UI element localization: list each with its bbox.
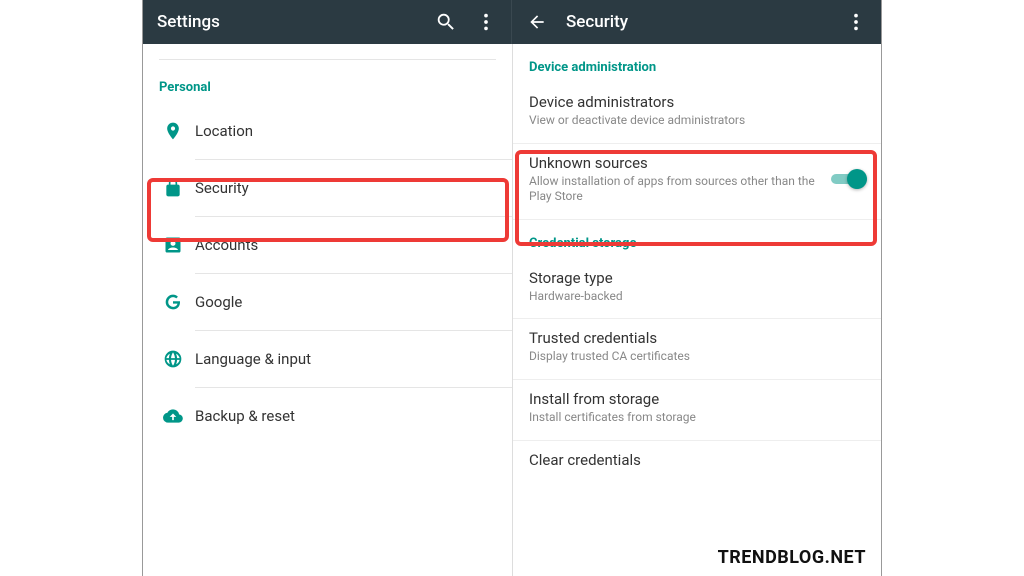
globe-icon bbox=[151, 349, 195, 369]
sidebar-item-backup[interactable]: Backup & reset bbox=[143, 388, 512, 444]
item-clear-credentials[interactable]: Clear credentials bbox=[513, 441, 881, 481]
settings-list: Personal Location Security Accounts Goog… bbox=[143, 44, 512, 576]
content-row: Personal Location Security Accounts Goog… bbox=[143, 44, 881, 576]
appbar-row: Settings Security bbox=[143, 0, 881, 44]
sidebar-item-accounts[interactable]: Accounts bbox=[143, 217, 512, 273]
sidebar-item-label: Language & input bbox=[195, 350, 311, 368]
search-icon[interactable] bbox=[435, 11, 457, 33]
security-detail: Device administration Device administrat… bbox=[512, 44, 881, 576]
backup-icon bbox=[151, 406, 195, 426]
divider bbox=[159, 44, 496, 60]
item-trusted-credentials[interactable]: Trusted credentials Display trusted CA c… bbox=[513, 319, 881, 375]
item-subtitle: View or deactivate device administrators bbox=[529, 113, 865, 129]
back-icon[interactable] bbox=[526, 11, 548, 33]
lock-icon bbox=[151, 178, 195, 198]
appbar-security: Security bbox=[512, 0, 881, 44]
item-title: Unknown sources bbox=[529, 154, 821, 172]
section-personal: Personal bbox=[143, 64, 512, 103]
item-title: Storage type bbox=[529, 269, 865, 287]
more-icon[interactable] bbox=[845, 11, 867, 33]
item-install-from-storage[interactable]: Install from storage Install certificate… bbox=[513, 380, 881, 436]
item-title: Trusted credentials bbox=[529, 329, 865, 347]
item-subtitle: Install certificates from storage bbox=[529, 410, 865, 426]
sidebar-item-security[interactable]: Security bbox=[143, 160, 512, 216]
google-icon bbox=[151, 292, 195, 312]
item-storage-type[interactable]: Storage type Hardware-backed bbox=[513, 259, 881, 315]
section-credential-storage: Credential storage bbox=[513, 220, 881, 259]
account-icon bbox=[151, 235, 195, 255]
item-subtitle: Display trusted CA certificates bbox=[529, 349, 865, 365]
section-device-admin: Device administration bbox=[513, 44, 881, 83]
item-title: Clear credentials bbox=[529, 451, 865, 469]
appbar-settings: Settings bbox=[143, 0, 512, 44]
sidebar-item-label: Security bbox=[195, 179, 249, 197]
sidebar-item-label: Google bbox=[195, 293, 242, 311]
sidebar-item-label: Backup & reset bbox=[195, 407, 295, 425]
item-device-administrators[interactable]: Device administrators View or deactivate… bbox=[513, 83, 881, 139]
watermark: TRENDBLOG.NET bbox=[718, 547, 866, 568]
sidebar-item-label: Location bbox=[195, 122, 253, 140]
toggle-thumb bbox=[847, 169, 867, 189]
app-frame: Settings Security Personal Locat bbox=[142, 0, 882, 576]
appbar-title-settings: Settings bbox=[157, 12, 417, 32]
unknown-sources-toggle[interactable] bbox=[831, 169, 867, 189]
sidebar-item-google[interactable]: Google bbox=[143, 274, 512, 330]
sidebar-item-location[interactable]: Location bbox=[143, 103, 512, 159]
sidebar-item-language[interactable]: Language & input bbox=[143, 331, 512, 387]
more-icon[interactable] bbox=[475, 11, 497, 33]
item-subtitle: Allow installation of apps from sources … bbox=[529, 174, 821, 205]
item-subtitle: Hardware-backed bbox=[529, 289, 865, 305]
item-title: Device administrators bbox=[529, 93, 865, 111]
location-icon bbox=[151, 121, 195, 141]
item-unknown-sources[interactable]: Unknown sources Allow installation of ap… bbox=[513, 144, 881, 215]
appbar-title-security: Security bbox=[566, 12, 827, 32]
sidebar-item-label: Accounts bbox=[195, 236, 258, 254]
item-title: Install from storage bbox=[529, 390, 865, 408]
